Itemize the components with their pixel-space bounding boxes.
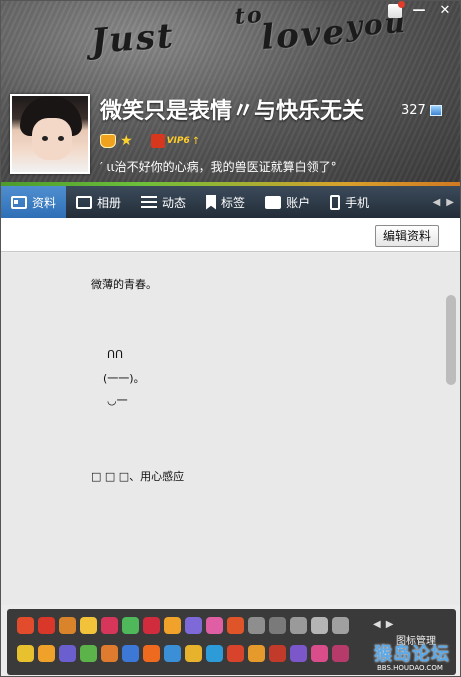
bio-line: ◡一 bbox=[107, 394, 128, 407]
diamond-green-icon[interactable] bbox=[122, 617, 139, 634]
pink-diamond-icon[interactable] bbox=[206, 617, 223, 634]
tab-album[interactable]: 相册 bbox=[66, 186, 131, 218]
arrow-right-icon[interactable]: ▶ bbox=[386, 619, 394, 630]
personal-signature[interactable]: ′ ιι治不好你的心病，我的兽医证就算白领了° bbox=[100, 158, 337, 175]
tab-tags[interactable]: 标签 bbox=[196, 186, 255, 218]
tab-phone[interactable]: 手机 bbox=[320, 186, 379, 218]
edit-profile-button[interactable]: 编辑资料 bbox=[374, 225, 439, 247]
wan-icon[interactable] bbox=[164, 645, 181, 662]
heart-badge-icon[interactable] bbox=[17, 617, 34, 634]
nickname: 微笑只是表情〃与快乐无关 bbox=[100, 99, 365, 124]
bio-line: □ □ □、用心感应 bbox=[91, 470, 185, 483]
smile-icon[interactable] bbox=[248, 645, 265, 662]
skin-icon[interactable] bbox=[388, 1, 405, 18]
mask-icon[interactable] bbox=[332, 645, 349, 662]
arrow-right-icon[interactable]: ▶ bbox=[446, 197, 454, 208]
star-icon[interactable]: ★ bbox=[120, 134, 133, 148]
icon-panel-arrows: ◀ ▶ bbox=[373, 619, 393, 630]
arrow-icon[interactable] bbox=[269, 645, 286, 662]
tab-label: 账户 bbox=[286, 195, 311, 210]
vip-badge[interactable]: VIP6 ↑ bbox=[150, 134, 201, 148]
phone-icon bbox=[330, 194, 341, 210]
browser-icon[interactable] bbox=[122, 645, 139, 662]
tab-label: 动态 bbox=[162, 195, 187, 210]
profile-toolbar: 编辑资料 bbox=[1, 218, 460, 252]
art-word-1: Just bbox=[89, 16, 176, 62]
pet-icon[interactable] bbox=[59, 617, 76, 634]
tab-scroll-arrows: ◀ ▶ bbox=[433, 197, 460, 208]
tab-label: 手机 bbox=[345, 195, 370, 210]
tab-bar: 资料 相册 动态 标签 账户 手机 ◀ ▶ bbox=[1, 186, 460, 224]
wallet-icon bbox=[265, 195, 282, 209]
minimize-button[interactable]: — bbox=[410, 3, 428, 19]
watermark-url: BBS.HOUDAO.COM bbox=[377, 664, 443, 672]
grey-badge-icon[interactable] bbox=[332, 617, 349, 634]
photo-album-icon bbox=[76, 195, 93, 209]
badge-row: ★ VIP6 ↑ bbox=[100, 134, 200, 148]
scrollbar-thumb[interactable] bbox=[446, 295, 456, 385]
vip-icon[interactable] bbox=[38, 617, 55, 634]
arrow-left-icon[interactable]: ◀ bbox=[433, 197, 441, 208]
diamond-red-icon[interactable] bbox=[101, 617, 118, 634]
game-icon[interactable] bbox=[227, 617, 244, 634]
speed-icon[interactable] bbox=[80, 645, 97, 662]
penguin-icon[interactable] bbox=[269, 617, 286, 634]
grey-diamond-icon[interactable] bbox=[290, 617, 307, 634]
level-number: 327 bbox=[401, 103, 426, 118]
close-button[interactable]: ✕ bbox=[436, 3, 454, 19]
arrow-left-icon[interactable]: ◀ bbox=[373, 619, 381, 630]
crown-icon[interactable] bbox=[100, 134, 116, 148]
bio-line: ᑎᑎ bbox=[107, 348, 124, 361]
tab-account[interactable]: 账户 bbox=[255, 186, 320, 218]
tab-label: 标签 bbox=[221, 195, 246, 210]
vertical-scrollbar[interactable] bbox=[446, 255, 456, 603]
house-icon[interactable] bbox=[101, 645, 118, 662]
list-icon bbox=[141, 195, 158, 209]
header-background-art: Just to love you bbox=[89, 2, 408, 62]
tab-label: 相册 bbox=[97, 195, 122, 210]
level-icon[interactable] bbox=[430, 105, 442, 116]
profile-header: Just to love you — ✕ 微笑只是表情〃与快乐无关 327 ★ … bbox=[1, 1, 460, 186]
purple-girl-icon[interactable] bbox=[290, 645, 307, 662]
icon-panel: ◀ ▶ 图标管理 猴岛论坛 BBS.HOUDAO.COM bbox=[7, 609, 456, 675]
wings-icon[interactable] bbox=[59, 645, 76, 662]
fire-icon[interactable] bbox=[227, 645, 244, 662]
window-controls: — ✕ bbox=[388, 1, 454, 19]
horn-icon[interactable] bbox=[164, 617, 181, 634]
bow-icon[interactable] bbox=[311, 645, 328, 662]
vip-up-arrow-icon: ↑ bbox=[191, 135, 201, 147]
vip-icon bbox=[150, 134, 165, 148]
profile-card-icon bbox=[11, 195, 27, 209]
heart-icon[interactable] bbox=[143, 617, 160, 634]
profile-content: 微薄的青春。 ᑎᑎ (一一)。 ◡一 □ □ □、用心感应 bbox=[1, 253, 460, 605]
tab-label: 资料 bbox=[32, 195, 57, 210]
bookmark-icon bbox=[206, 194, 217, 210]
icon-row-2 bbox=[17, 645, 349, 662]
bio-line: (一一)。 bbox=[103, 372, 145, 385]
yuan-icon[interactable] bbox=[185, 645, 202, 662]
vip-label: VIP6 bbox=[166, 136, 190, 146]
dance-icon[interactable] bbox=[38, 645, 55, 662]
watermark: 猴岛论坛 bbox=[374, 644, 450, 665]
sword-icon[interactable] bbox=[17, 645, 34, 662]
bio-line: 微薄的青春。 bbox=[91, 278, 157, 291]
icon-row-1 bbox=[17, 617, 349, 634]
shield-icon[interactable] bbox=[311, 617, 328, 634]
ming-icon[interactable] bbox=[143, 645, 160, 662]
avatar[interactable] bbox=[10, 94, 90, 174]
music-icon[interactable] bbox=[206, 645, 223, 662]
qq-profile-window: Just to love you — ✕ 微笑只是表情〃与快乐无关 327 ★ … bbox=[0, 0, 461, 677]
grey-heart-icon[interactable] bbox=[248, 617, 265, 634]
tab-profile[interactable]: 资料 bbox=[1, 186, 67, 224]
art-word-3: love bbox=[259, 12, 348, 58]
blue-diamond-icon[interactable] bbox=[185, 617, 202, 634]
tab-feed[interactable]: 动态 bbox=[131, 186, 196, 218]
diamond-yellow-icon[interactable] bbox=[80, 617, 97, 634]
